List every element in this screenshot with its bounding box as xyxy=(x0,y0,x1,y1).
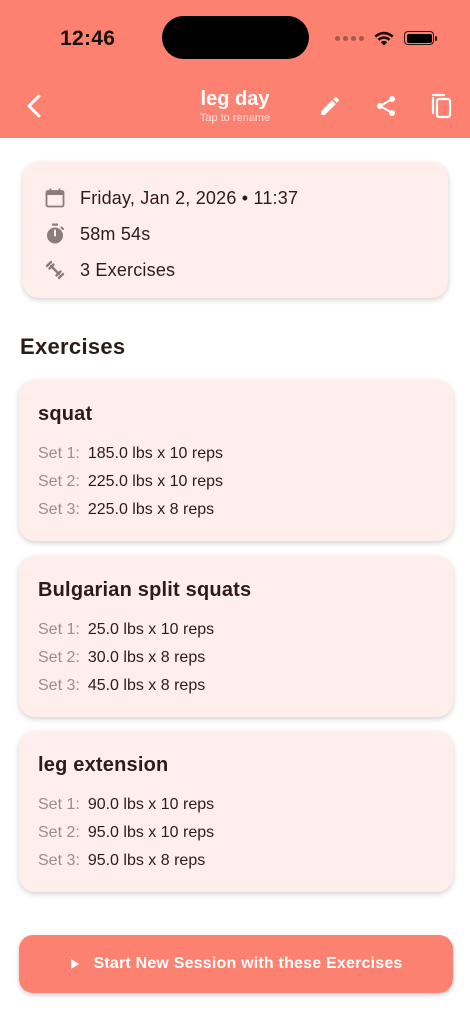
back-button[interactable] xyxy=(20,90,48,122)
back-arrow-icon xyxy=(27,94,41,118)
session-summary-card: Friday, Jan 2, 2026 • 11:37 58m 54s 3 Ex… xyxy=(23,162,448,298)
start-new-session-button[interactable]: Start New Session with these Exercises xyxy=(19,935,453,993)
exercise-card[interactable]: leg extension Set 1: 90.0 lbs x 10 reps … xyxy=(19,731,453,892)
duration-row: 58m 54s xyxy=(43,216,428,252)
rename-hint: Tap to rename xyxy=(199,112,271,124)
set-row: Set 1: 25.0 lbs x 10 reps xyxy=(38,616,434,644)
set-label: Set 3: xyxy=(38,677,80,694)
set-value: 25.0 lbs x 10 reps xyxy=(87,621,215,638)
set-row: Set 2: 95.0 lbs x 10 reps xyxy=(38,819,434,847)
session-date: Friday, Jan 2, 2026 • 11:37 xyxy=(80,187,299,208)
set-label: Set 1: xyxy=(38,796,80,813)
exercise-name: Bulgarian split squats xyxy=(38,579,252,601)
set-row: Set 1: 185.0 lbs x 10 reps xyxy=(38,440,434,468)
set-row: Set 3: 225.0 lbs x 8 reps xyxy=(38,496,434,524)
pencil-icon xyxy=(321,96,340,115)
session-duration: 58m 54s xyxy=(80,223,151,244)
set-row: Set 3: 95.0 lbs x 8 reps xyxy=(38,847,434,875)
set-value: 30.0 lbs x 8 reps xyxy=(87,649,206,666)
set-label: Set 1: xyxy=(38,445,80,462)
exercises-heading: Exercises xyxy=(20,334,126,359)
exercise-name: leg extension xyxy=(38,754,169,776)
status-time: 12:46 xyxy=(60,27,116,50)
copy-button[interactable] xyxy=(426,90,458,122)
set-row: Set 1: 90.0 lbs x 10 reps xyxy=(38,791,434,819)
set-row: Set 3: 45.0 lbs x 8 reps xyxy=(38,672,434,700)
signal-dots-icon xyxy=(335,35,364,41)
set-label: Set 1: xyxy=(38,621,80,638)
dumbbell-icon xyxy=(43,258,67,282)
set-value: 225.0 lbs x 8 reps xyxy=(87,501,215,518)
share-icon xyxy=(377,96,395,116)
set-value: 45.0 lbs x 8 reps xyxy=(87,677,206,694)
wifi-icon xyxy=(374,31,394,45)
exercise-card[interactable]: squat Set 1: 185.0 lbs x 10 reps Set 2: … xyxy=(19,380,453,541)
timer-icon xyxy=(43,222,67,246)
set-row: Set 2: 225.0 lbs x 10 reps xyxy=(38,468,434,496)
copy-icon xyxy=(431,93,452,119)
dynamic-island xyxy=(162,16,309,59)
rename-title[interactable]: leg day Tap to rename xyxy=(135,87,335,125)
exercise-count: 3 Exercises xyxy=(80,259,176,280)
status-indicators xyxy=(335,30,437,46)
edit-button[interactable] xyxy=(314,90,346,122)
page-title: leg day xyxy=(200,88,270,110)
set-row: Set 2: 30.0 lbs x 8 reps xyxy=(38,644,434,672)
share-button[interactable] xyxy=(370,90,402,122)
set-label: Set 2: xyxy=(38,473,80,490)
exercise-count-row: 3 Exercises xyxy=(43,252,428,288)
set-label: Set 3: xyxy=(38,852,80,869)
exercise-name: squat xyxy=(38,403,93,425)
set-label: Set 2: xyxy=(38,649,80,666)
app-bar: 12:46 leg day Tap to rename xyxy=(0,0,470,138)
set-label: Set 2: xyxy=(38,824,80,841)
exercise-card[interactable]: Bulgarian split squats Set 1: 25.0 lbs x… xyxy=(19,556,453,717)
set-label: Set 3: xyxy=(38,501,80,518)
set-value: 225.0 lbs x 10 reps xyxy=(87,473,224,490)
date-row: Friday, Jan 2, 2026 • 11:37 xyxy=(43,180,428,216)
set-value: 90.0 lbs x 10 reps xyxy=(87,796,215,813)
set-value: 95.0 lbs x 8 reps xyxy=(87,852,206,869)
start-new-session-label: Start New Session with these Exercises xyxy=(93,955,403,972)
calendar-icon xyxy=(43,186,67,210)
set-value: 185.0 lbs x 10 reps xyxy=(87,445,224,462)
battery-icon xyxy=(404,31,437,45)
set-value: 95.0 lbs x 10 reps xyxy=(87,824,215,841)
play-icon xyxy=(71,959,80,969)
